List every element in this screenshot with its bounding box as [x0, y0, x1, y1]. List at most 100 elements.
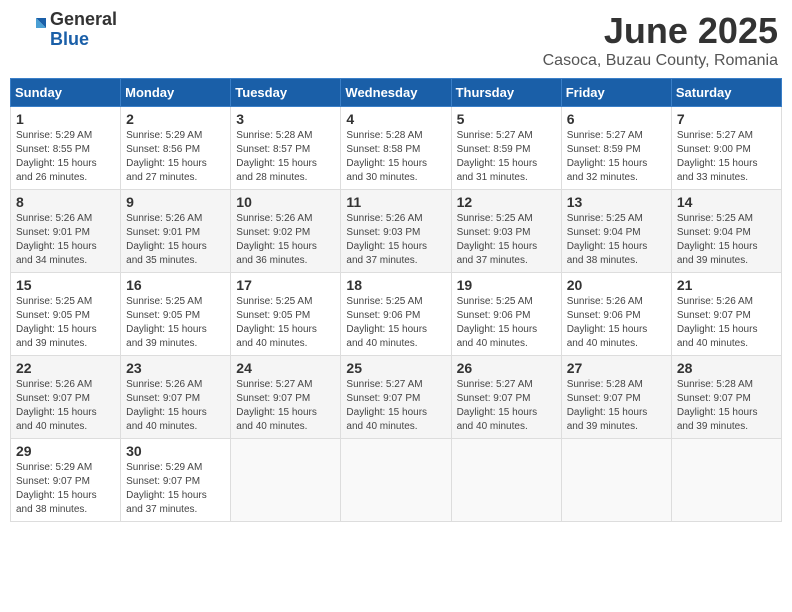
- day-info: Sunrise: 5:26 AM Sunset: 9:07 PM Dayligh…: [126, 378, 225, 434]
- day-info: Sunrise: 5:29 AM Sunset: 9:07 PM Dayligh…: [126, 461, 225, 517]
- calendar-week-3: 15 Sunrise: 5:25 AM Sunset: 9:05 PM Dayli…: [11, 273, 782, 356]
- month-title: June 2025: [543, 10, 778, 52]
- calendar-cell: 22 Sunrise: 5:26 AM Sunset: 9:07 PM Dayli…: [11, 356, 121, 439]
- calendar-cell: 28 Sunrise: 5:28 AM Sunset: 9:07 PM Dayli…: [671, 356, 781, 439]
- location: Casoca, Buzau County, Romania: [543, 52, 778, 70]
- day-number: 29: [16, 443, 115, 459]
- day-number: 9: [126, 194, 225, 210]
- day-info: Sunrise: 5:26 AM Sunset: 9:03 PM Dayligh…: [346, 212, 445, 268]
- day-number: 24: [236, 360, 335, 376]
- day-info: Sunrise: 5:25 AM Sunset: 9:05 PM Dayligh…: [236, 295, 335, 351]
- calendar-week-4: 22 Sunrise: 5:26 AM Sunset: 9:07 PM Dayli…: [11, 356, 782, 439]
- calendar-cell: [671, 439, 781, 522]
- day-info: Sunrise: 5:27 AM Sunset: 9:07 PM Dayligh…: [236, 378, 335, 434]
- day-info: Sunrise: 5:28 AM Sunset: 9:07 PM Dayligh…: [567, 378, 666, 434]
- day-info: Sunrise: 5:27 AM Sunset: 9:07 PM Dayligh…: [457, 378, 556, 434]
- day-number: 8: [16, 194, 115, 210]
- day-number: 1: [16, 111, 115, 127]
- day-number: 6: [567, 111, 666, 127]
- day-info: Sunrise: 5:28 AM Sunset: 9:07 PM Dayligh…: [677, 378, 776, 434]
- calendar-cell: 5 Sunrise: 5:27 AM Sunset: 8:59 PM Daylig…: [451, 107, 561, 190]
- day-number: 13: [567, 194, 666, 210]
- day-info: Sunrise: 5:26 AM Sunset: 9:01 PM Dayligh…: [126, 212, 225, 268]
- day-info: Sunrise: 5:26 AM Sunset: 9:01 PM Dayligh…: [16, 212, 115, 268]
- calendar-table: SundayMondayTuesdayWednesdayThursdayFrid…: [10, 78, 782, 522]
- calendar-cell: 20 Sunrise: 5:26 AM Sunset: 9:06 PM Dayli…: [561, 273, 671, 356]
- calendar-week-2: 8 Sunrise: 5:26 AM Sunset: 9:01 PM Daylig…: [11, 190, 782, 273]
- calendar-cell: 8 Sunrise: 5:26 AM Sunset: 9:01 PM Daylig…: [11, 190, 121, 273]
- day-number: 26: [457, 360, 556, 376]
- day-number: 2: [126, 111, 225, 127]
- day-info: Sunrise: 5:25 AM Sunset: 9:06 PM Dayligh…: [346, 295, 445, 351]
- weekday-header-tuesday: Tuesday: [231, 79, 341, 107]
- day-info: Sunrise: 5:26 AM Sunset: 9:07 PM Dayligh…: [677, 295, 776, 351]
- calendar-cell: 9 Sunrise: 5:26 AM Sunset: 9:01 PM Daylig…: [121, 190, 231, 273]
- day-info: Sunrise: 5:29 AM Sunset: 8:55 PM Dayligh…: [16, 129, 115, 185]
- calendar-body: 1 Sunrise: 5:29 AM Sunset: 8:55 PM Daylig…: [11, 107, 782, 522]
- weekday-header-friday: Friday: [561, 79, 671, 107]
- day-info: Sunrise: 5:26 AM Sunset: 9:07 PM Dayligh…: [16, 378, 115, 434]
- day-info: Sunrise: 5:26 AM Sunset: 9:06 PM Dayligh…: [567, 295, 666, 351]
- day-number: 23: [126, 360, 225, 376]
- calendar-header: SundayMondayTuesdayWednesdayThursdayFrid…: [11, 79, 782, 107]
- calendar-cell: 21 Sunrise: 5:26 AM Sunset: 9:07 PM Dayli…: [671, 273, 781, 356]
- calendar-cell: 18 Sunrise: 5:25 AM Sunset: 9:06 PM Dayli…: [341, 273, 451, 356]
- day-number: 18: [346, 277, 445, 293]
- day-number: 28: [677, 360, 776, 376]
- day-number: 3: [236, 111, 335, 127]
- day-number: 30: [126, 443, 225, 459]
- day-info: Sunrise: 5:25 AM Sunset: 9:04 PM Dayligh…: [567, 212, 666, 268]
- day-info: Sunrise: 5:28 AM Sunset: 8:57 PM Dayligh…: [236, 129, 335, 185]
- day-info: Sunrise: 5:25 AM Sunset: 9:05 PM Dayligh…: [16, 295, 115, 351]
- logo-blue: Blue: [50, 30, 117, 50]
- calendar-cell: 13 Sunrise: 5:25 AM Sunset: 9:04 PM Dayli…: [561, 190, 671, 273]
- day-number: 25: [346, 360, 445, 376]
- day-info: Sunrise: 5:25 AM Sunset: 9:03 PM Dayligh…: [457, 212, 556, 268]
- calendar-cell: 11 Sunrise: 5:26 AM Sunset: 9:03 PM Dayli…: [341, 190, 451, 273]
- day-number: 16: [126, 277, 225, 293]
- calendar-cell: [231, 439, 341, 522]
- calendar-cell: [561, 439, 671, 522]
- day-info: Sunrise: 5:27 AM Sunset: 9:00 PM Dayligh…: [677, 129, 776, 185]
- day-number: 12: [457, 194, 556, 210]
- calendar-cell: 12 Sunrise: 5:25 AM Sunset: 9:03 PM Dayli…: [451, 190, 561, 273]
- day-info: Sunrise: 5:25 AM Sunset: 9:05 PM Dayligh…: [126, 295, 225, 351]
- weekday-header-monday: Monday: [121, 79, 231, 107]
- logo-text: General Blue: [50, 10, 117, 50]
- calendar-cell: 10Sunrise: 5:26 AM Sunset: 9:02 PM Dayli…: [231, 190, 341, 273]
- day-info: Sunrise: 5:26 AM Sunset: 9:02 PM Dayligh…: [236, 212, 335, 268]
- day-number: 5: [457, 111, 556, 127]
- day-info: Sunrise: 5:27 AM Sunset: 9:07 PM Dayligh…: [346, 378, 445, 434]
- calendar-cell: 30 Sunrise: 5:29 AM Sunset: 9:07 PM Dayli…: [121, 439, 231, 522]
- day-number: 20: [567, 277, 666, 293]
- weekday-row: SundayMondayTuesdayWednesdayThursdayFrid…: [11, 79, 782, 107]
- calendar-cell: 7Sunrise: 5:27 AM Sunset: 9:00 PM Daylig…: [671, 107, 781, 190]
- calendar-cell: 15 Sunrise: 5:25 AM Sunset: 9:05 PM Dayli…: [11, 273, 121, 356]
- calendar-week-5: 29 Sunrise: 5:29 AM Sunset: 9:07 PM Dayli…: [11, 439, 782, 522]
- day-info: Sunrise: 5:25 AM Sunset: 9:06 PM Dayligh…: [457, 295, 556, 351]
- day-number: 4: [346, 111, 445, 127]
- day-number: 27: [567, 360, 666, 376]
- calendar-cell: 19Sunrise: 5:25 AM Sunset: 9:06 PM Dayli…: [451, 273, 561, 356]
- day-number: 11: [346, 194, 445, 210]
- calendar-cell: 23 Sunrise: 5:26 AM Sunset: 9:07 PM Dayli…: [121, 356, 231, 439]
- day-number: 14: [677, 194, 776, 210]
- calendar-cell: [451, 439, 561, 522]
- day-info: Sunrise: 5:27 AM Sunset: 8:59 PM Dayligh…: [457, 129, 556, 185]
- calendar-cell: 4Sunrise: 5:28 AM Sunset: 8:58 PM Daylig…: [341, 107, 451, 190]
- day-info: Sunrise: 5:27 AM Sunset: 8:59 PM Dayligh…: [567, 129, 666, 185]
- day-number: 21: [677, 277, 776, 293]
- calendar-cell: 26 Sunrise: 5:27 AM Sunset: 9:07 PM Dayli…: [451, 356, 561, 439]
- day-info: Sunrise: 5:29 AM Sunset: 8:56 PM Dayligh…: [126, 129, 225, 185]
- calendar-week-1: 1 Sunrise: 5:29 AM Sunset: 8:55 PM Daylig…: [11, 107, 782, 190]
- day-number: 22: [16, 360, 115, 376]
- calendar-cell: 24 Sunrise: 5:27 AM Sunset: 9:07 PM Dayli…: [231, 356, 341, 439]
- calendar-cell: 27 Sunrise: 5:28 AM Sunset: 9:07 PM Dayli…: [561, 356, 671, 439]
- calendar-cell: 1 Sunrise: 5:29 AM Sunset: 8:55 PM Daylig…: [11, 107, 121, 190]
- calendar-cell: [341, 439, 451, 522]
- weekday-header-thursday: Thursday: [451, 79, 561, 107]
- calendar-cell: 3 Sunrise: 5:28 AM Sunset: 8:57 PM Daylig…: [231, 107, 341, 190]
- day-info: Sunrise: 5:29 AM Sunset: 9:07 PM Dayligh…: [16, 461, 115, 517]
- weekday-header-sunday: Sunday: [11, 79, 121, 107]
- day-number: 15: [16, 277, 115, 293]
